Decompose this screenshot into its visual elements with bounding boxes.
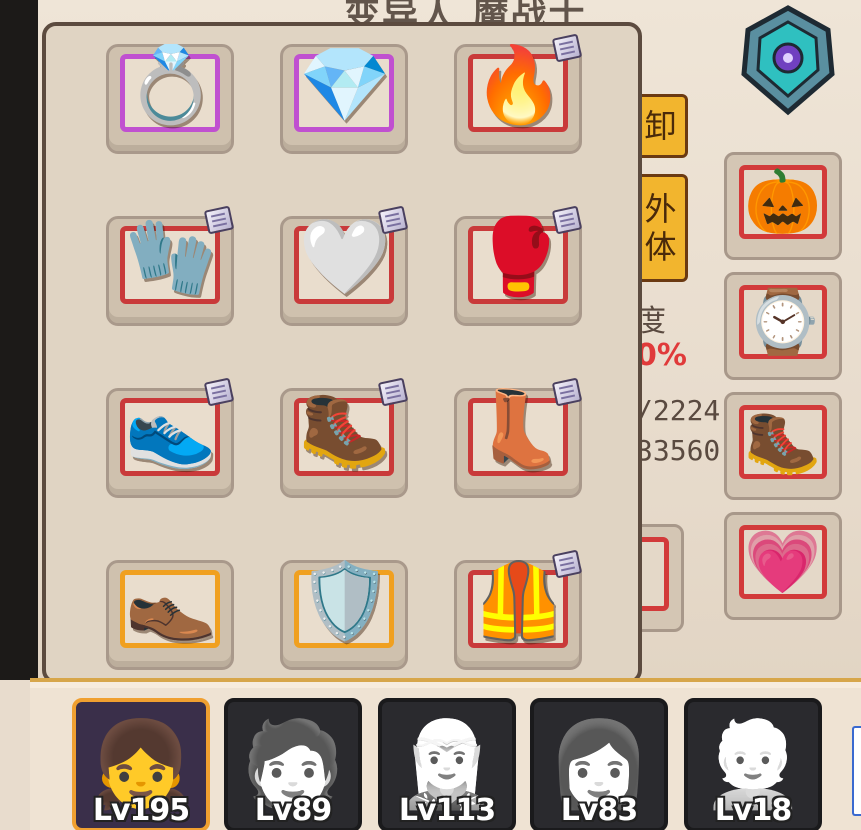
heart-ring-icon: 💗 <box>744 527 822 597</box>
sneaker-brown-icon: 👟 <box>124 387 218 470</box>
ring-purple-icon: 💍 <box>124 43 218 126</box>
gauntlet-dark-icon: 🥊 <box>472 215 566 298</box>
stat-value-b: 33560 <box>636 434 721 467</box>
appearance-button[interactable]: 外 体 <box>636 174 688 282</box>
gauntlet-golden-icon: 🧤 <box>124 215 218 298</box>
hero-card-3[interactable]: 🧝 Lv113 <box>378 698 516 830</box>
pumpkin-icon: 🎃 <box>744 167 822 237</box>
glove-white-red-icon: 🤍 <box>298 215 392 298</box>
equipment-slot-glove-white-red[interactable]: 🤍 <box>280 205 410 326</box>
ring-crystal-icon: 💎 <box>298 43 392 126</box>
boots-purple-icon: 👞 <box>124 559 218 642</box>
hero-card-5[interactable]: 👱 Lv18 <box>684 698 822 830</box>
equipment-slot-gauntlet-golden[interactable]: 🧤 <box>106 205 236 326</box>
boots-steel-icon: 🥾 <box>744 407 822 477</box>
hero-level: Lv83 <box>560 793 638 828</box>
equipment-slot-ring-fire[interactable]: 🔥 <box>454 33 584 154</box>
hero-card-4[interactable]: 👩 Lv83 <box>530 698 668 830</box>
armor-golden-icon: 🛡️ <box>298 559 392 642</box>
equipment-slot-boots-red-claw[interactable]: 🥾 <box>280 377 410 498</box>
armor-flame-icon: 🦺 <box>472 559 566 642</box>
hero-card-2[interactable]: 🧑 Lv89 <box>224 698 362 830</box>
right-equipment-slot-heart-ring[interactable]: 💗 <box>724 512 842 620</box>
equipment-grid: 💍 💎 🔥 🧤 🤍 🥊 👟 🥾 👢 👞 🛡️ 🦺 <box>106 33 628 724</box>
equipment-slot-armor-golden[interactable]: 🛡️ <box>280 552 410 670</box>
hero-level: Lv18 <box>714 793 792 828</box>
equipment-slot-ring-crystal[interactable]: 💎 <box>280 36 410 154</box>
equipment-selection-panel: 💍 💎 🔥 🧤 🤍 🥊 👟 🥾 👢 👞 🛡️ 🦺 <box>42 22 642 684</box>
equipment-slot-armor-flame[interactable]: 🦺 <box>454 549 584 670</box>
stat-percent: 0% <box>636 338 687 373</box>
equipment-slot-gauntlet-dark[interactable]: 🥊 <box>454 205 584 326</box>
boots-red-claw-icon: 🥾 <box>298 387 392 470</box>
right-equipment-slot-boots-steel[interactable]: 🥾 <box>724 392 842 500</box>
hero-level: Lv89 <box>254 793 332 828</box>
next-page-tab[interactable] <box>852 726 861 816</box>
equipment-slot-ring-purple[interactable]: 💍 <box>106 36 236 154</box>
equipment-slot-boots-golden-wing[interactable]: 👢 <box>454 377 584 498</box>
bracelet-icon: ⌚ <box>744 287 822 357</box>
hero-card-1[interactable]: 👧 Lv195 <box>72 698 210 830</box>
left-dark-strip <box>0 0 38 680</box>
rank-emblem-icon[interactable] <box>736 4 840 116</box>
ring-fire-icon: 🔥 <box>472 43 566 126</box>
unload-button[interactable]: 卸 <box>636 94 688 158</box>
equipment-slot-boots-purple[interactable]: 👞 <box>106 552 236 670</box>
right-equipment-slot-bracelet[interactable]: ⌚ <box>724 272 842 380</box>
boots-golden-wing-icon: 👢 <box>472 387 566 470</box>
right-equipment-slot-pumpkin[interactable]: 🎃 <box>724 152 842 260</box>
hero-level: Lv195 <box>92 793 190 828</box>
equipment-slot-sneaker-brown[interactable]: 👟 <box>106 377 236 498</box>
hero-level: Lv113 <box>398 793 496 828</box>
stat-value-a: /2224 <box>636 394 721 427</box>
